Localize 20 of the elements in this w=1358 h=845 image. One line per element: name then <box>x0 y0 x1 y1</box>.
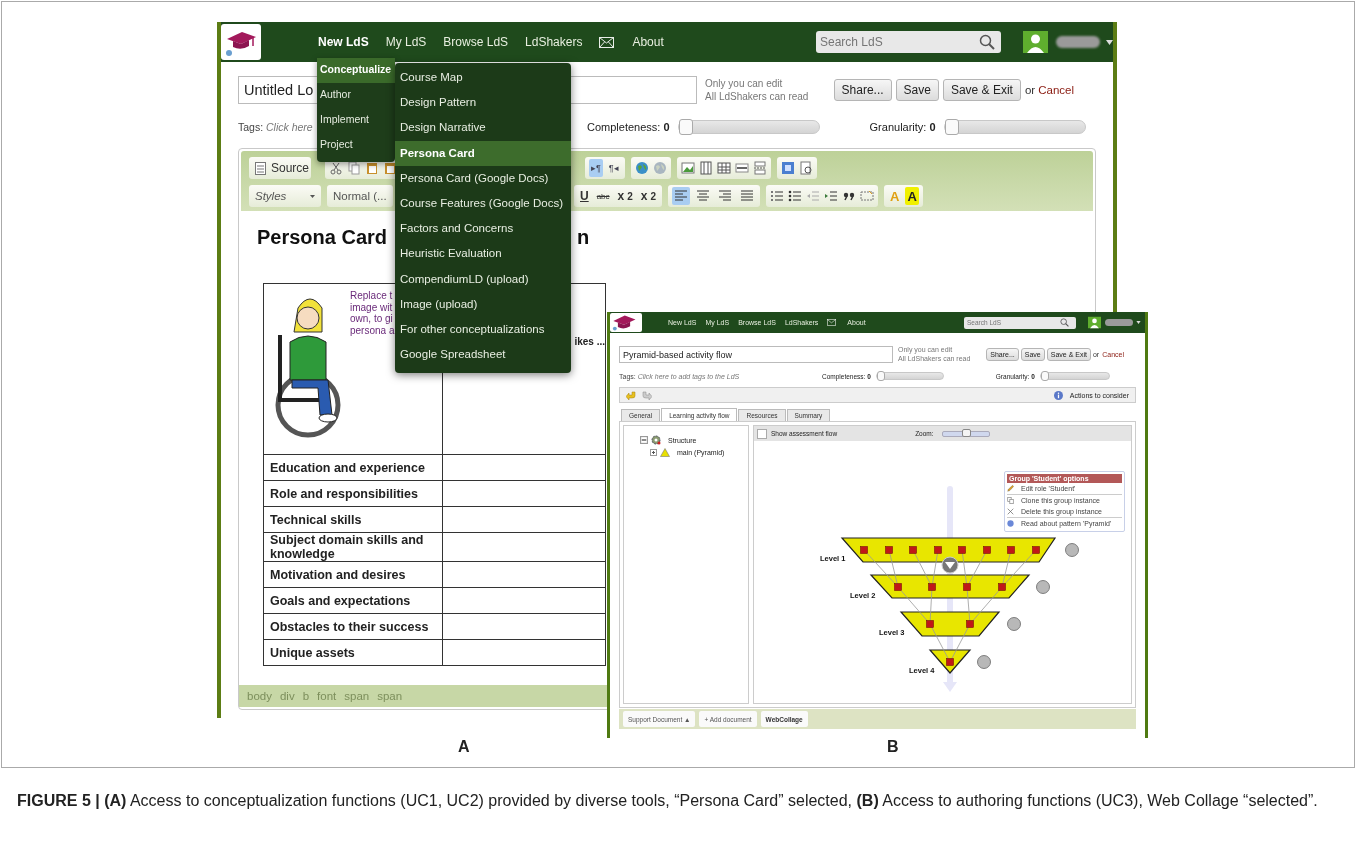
table-cell: Motivation and desires <box>263 561 443 588</box>
or-text: or <box>1024 84 1036 96</box>
table-cell: Unique assets <box>263 639 443 666</box>
table-cell: Technical skills <box>263 506 443 533</box>
panel-label: A <box>458 738 470 756</box>
table-cell: Subject domain skills and knowledge <box>263 532 443 562</box>
permission-note: Only you can edit <box>705 77 784 90</box>
instruction-text: Replace t image wit own, to gi persona a <box>350 290 395 338</box>
document-heading: Persona Card <box>257 225 388 249</box>
table-cell: Obstacles to their success <box>263 613 443 640</box>
heading-fragment: n <box>577 225 590 249</box>
panel-label: B <box>887 738 899 756</box>
slider-label: Completeness: 0 <box>587 121 670 133</box>
slider-label: Granularity: 0 <box>869 121 936 133</box>
permission-note: All LdShakers can read <box>705 90 809 103</box>
table-cell: Role and responsibilities <box>263 480 443 507</box>
table-cell: Goals and expectations <box>263 587 443 614</box>
cell-text-fragment: ikes ... <box>574 336 605 347</box>
table-cell: Education and experience <box>263 454 443 481</box>
figure-caption: FIGURE 5 | (A) Access to conceptualization functions (UC1, UC2) provided by diverse tools, “Persona Card” selected, (B) Access to authoring functions (UC3), Web Collage “selected”. <box>17 791 1319 811</box>
